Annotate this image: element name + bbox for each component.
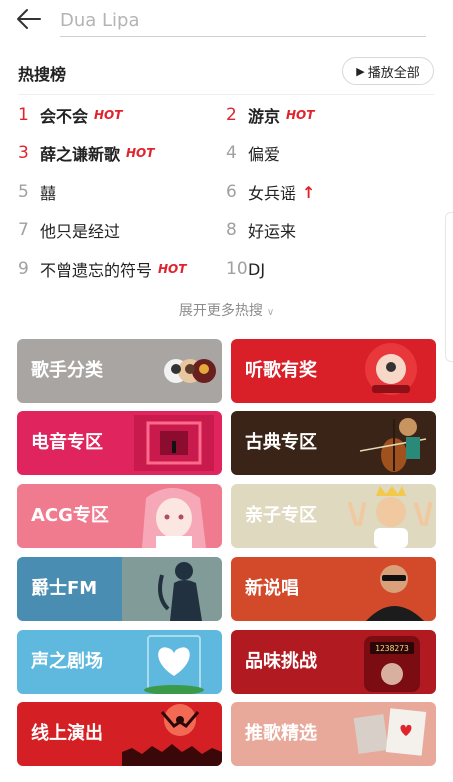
play-all-button[interactable]: ▶ 播放全部 (342, 57, 434, 85)
category-card-recommended[interactable]: 推歌精选 (231, 702, 436, 766)
expand-more-button[interactable]: 展开更多热搜 ∨ (0, 300, 453, 320)
cloud-heart-art (144, 635, 204, 694)
hot-search-item[interactable]: 10 DJ (226, 254, 426, 284)
hot-search-term: 游京 (248, 107, 281, 126)
hot-search-term: 女兵谣 (248, 184, 297, 203)
rapper-portrait-art (366, 565, 424, 621)
rank-number: 3 (18, 143, 29, 163)
hot-search-term: 囍 (40, 184, 57, 203)
hot-search-item[interactable]: 3 薛之谦新歌 HOT (18, 138, 218, 168)
category-card-singers[interactable]: 歌手分类 (17, 339, 222, 403)
rising-arrow-icon: ↑ (302, 182, 316, 202)
search-header (0, 0, 453, 44)
rank-number: 6 (226, 182, 237, 202)
category-label: 古典专区 (245, 432, 317, 453)
category-label: 线上演出 (31, 723, 103, 744)
hot-badge: HOT (94, 108, 123, 122)
rank-number: 9 (18, 259, 29, 279)
category-card-acg[interactable]: ACG专区 (17, 484, 222, 548)
hot-search-item[interactable]: 1 会不会 HOT (18, 100, 218, 130)
hot-search-term: 不曾遗忘的符号 (40, 261, 153, 280)
category-label: 歌手分类 (31, 360, 103, 381)
hot-search-term: 他只是经过 (40, 222, 121, 241)
expand-label: 展开更多热搜 (178, 303, 263, 319)
category-label: ACG专区 (31, 505, 109, 526)
category-card-electronic[interactable]: 电音专区 (17, 411, 222, 475)
category-label: 电音专区 (31, 432, 103, 453)
anime-girl-art (142, 488, 206, 548)
rank-number: 5 (18, 182, 29, 202)
category-label: 推歌精选 (245, 723, 317, 744)
category-label: 新说唱 (245, 578, 299, 599)
hot-search-term: 薛之谦新歌 (40, 145, 121, 164)
rank-number: 2 (226, 105, 237, 125)
hot-search-item[interactable]: 2 游京 HOT (226, 100, 426, 130)
rank-number: 8 (226, 220, 237, 240)
hot-search-title: 热搜榜 (18, 65, 67, 84)
category-card-classical[interactable]: 古典专区 (231, 411, 436, 475)
category-card-rap[interactable]: 新说唱 (231, 557, 436, 621)
hot-search-item[interactable]: 8 好运来 (226, 215, 426, 245)
reward-mascot-art (365, 343, 417, 395)
category-label: 亲子专区 (245, 505, 317, 526)
category-label: 听歌有奖 (245, 360, 317, 381)
category-label: 爵士FM (31, 578, 98, 599)
category-label: 声之剧场 (31, 651, 103, 672)
rank-number: 10 (226, 259, 248, 279)
hot-search-item[interactable]: 9 不曾遗忘的符号 HOT (18, 254, 218, 284)
svg-text:1238273: 1238273 (375, 644, 409, 653)
hot-search-item[interactable]: 6 女兵谣 ↑ (226, 177, 426, 207)
hot-search-term: 会不会 (40, 107, 89, 126)
hot-badge: HOT (158, 262, 187, 276)
play-icon: ▶ (356, 64, 365, 78)
saxophonist-silhouette-art (122, 557, 222, 621)
concert-crowd-art (122, 704, 222, 766)
category-card-live-show[interactable]: 线上演出 (17, 702, 222, 766)
challenge-machine-art: 1238273 (364, 636, 420, 692)
back-arrow-icon[interactable] (16, 8, 42, 30)
hot-search-item[interactable]: 5 囍 (18, 177, 218, 207)
hot-search-item[interactable]: 7 他只是经过 (18, 215, 218, 245)
side-scroll-indicator (445, 212, 453, 362)
chevron-down-icon: ∨ (266, 307, 275, 318)
category-card-jazz-fm[interactable]: 爵士FM (17, 557, 222, 621)
neon-tunnel-art (134, 415, 214, 471)
category-card-taste-challenge[interactable]: 品味挑战 1238273 (231, 630, 436, 694)
rank-number: 4 (226, 143, 237, 163)
kid-with-crown-art (348, 486, 432, 548)
search-input[interactable] (60, 6, 426, 34)
category-label: 品味挑战 (245, 651, 317, 672)
hot-search-term: 好运来 (248, 222, 297, 241)
play-all-label: 播放全部 (367, 65, 420, 81)
singer-avatars-art (164, 359, 216, 383)
category-card-kids[interactable]: 亲子专区 (231, 484, 436, 548)
rank-number: 1 (18, 105, 29, 125)
divider (18, 94, 434, 95)
hot-search-item[interactable]: 4 偏爱 (226, 138, 426, 168)
category-card-theater[interactable]: 声之剧场 (17, 630, 222, 694)
hot-badge: HOT (286, 108, 315, 122)
hot-badge: HOT (126, 146, 155, 160)
album-covers-art (353, 708, 427, 756)
category-card-rewards[interactable]: 听歌有奖 (231, 339, 436, 403)
hot-search-term: DJ (248, 259, 266, 279)
hot-search-term: 偏爱 (248, 145, 281, 164)
search-box[interactable] (60, 6, 426, 37)
cellist-art (359, 418, 427, 472)
rank-number: 7 (18, 220, 29, 240)
